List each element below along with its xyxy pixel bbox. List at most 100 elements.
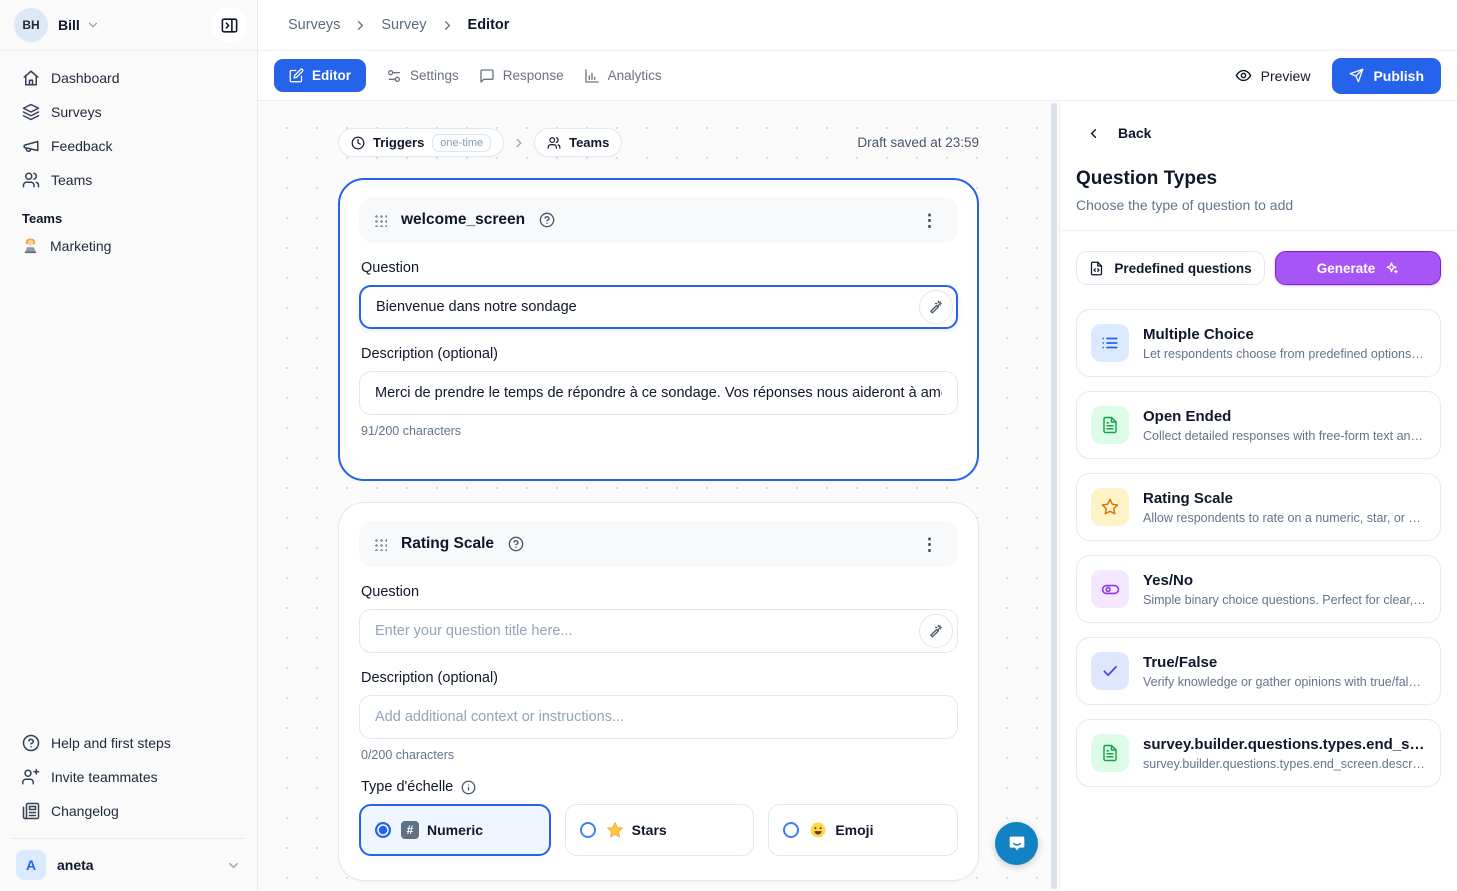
content-row: Triggers one-time Teams Draft saved at 2… <box>258 101 1457 891</box>
file-code-icon <box>1089 261 1104 276</box>
question-field-label: Question <box>361 584 956 600</box>
help-circle-icon[interactable] <box>508 536 524 552</box>
tab-label: Editor <box>312 68 351 83</box>
breadcrumb-editor: Editor <box>468 17 510 33</box>
magic-wand-icon <box>929 300 944 315</box>
sidebar-item-help[interactable]: Help and first steps <box>12 726 245 760</box>
tab-analytics[interactable]: Analytics <box>584 68 662 84</box>
info-icon[interactable] <box>461 780 476 795</box>
question-type-title: Multiple Choice <box>1143 326 1426 343</box>
breadcrumb-survey[interactable]: Survey <box>381 17 426 33</box>
generate-button[interactable]: Generate <box>1275 251 1441 285</box>
help-circle-icon[interactable] <box>539 212 555 228</box>
question-type-description: survey.builder.questions.types.end_scree… <box>1143 757 1426 771</box>
question-type-yes-no[interactable]: Yes/No Simple binary choice questions. P… <box>1076 555 1441 623</box>
sliders-icon <box>386 68 402 84</box>
breadcrumb-surveys[interactable]: Surveys <box>288 17 340 33</box>
sidebar-item-marketing[interactable]: Marketing <box>0 230 257 262</box>
drag-handle-icon[interactable] <box>373 537 387 551</box>
question-types-panel: Back Question Types Choose the type of q… <box>1059 101 1457 891</box>
question-type-end-screen[interactable]: survey.builder.questions.types.end_scr..… <box>1076 719 1441 787</box>
users-icon <box>22 171 40 189</box>
drag-handle-icon[interactable] <box>373 213 387 227</box>
scale-option-numeric[interactable]: # Numeric <box>359 804 551 856</box>
list-icon <box>1091 324 1129 362</box>
sidebar-item-label: Dashboard <box>51 70 120 86</box>
question-title-input[interactable] <box>359 285 958 329</box>
tab-label: Analytics <box>608 68 662 83</box>
sidebar-item-changelog[interactable]: Changelog <box>12 794 245 828</box>
question-type-title: True/False <box>1143 654 1426 671</box>
user-avatar: A <box>16 850 46 880</box>
sidebar-item-feedback[interactable]: Feedback <box>12 129 245 163</box>
question-type-rating-scale[interactable]: Rating Scale Allow respondents to rate o… <box>1076 473 1441 541</box>
sidebar-item-surveys[interactable]: Surveys <box>12 95 245 129</box>
teams-chip[interactable]: Teams <box>534 128 622 157</box>
toggle-icon <box>1091 570 1129 608</box>
trigger-type-badge: one-time <box>432 134 491 152</box>
user-menu[interactable]: A aneta <box>0 839 257 891</box>
sidebar-spacer <box>0 262 257 718</box>
question-field-label: Question <box>361 260 956 276</box>
ai-rewrite-button[interactable] <box>919 614 953 648</box>
description-field-label: Description (optional) <box>361 346 956 362</box>
divider <box>1060 230 1457 231</box>
chat-launcher-button[interactable] <box>995 822 1038 865</box>
question-type-true-false[interactable]: True/False Verify knowledge or gather op… <box>1076 637 1441 705</box>
triggers-label: Triggers <box>373 135 424 150</box>
question-card-title: Rating Scale <box>401 535 494 553</box>
radio-icon[interactable] <box>580 822 596 838</box>
question-type-title: Rating Scale <box>1143 490 1426 507</box>
sidebar-item-label: Help and first steps <box>51 735 171 751</box>
publish-button[interactable]: Publish <box>1332 58 1441 94</box>
tabbar-actions: Preview Publish <box>1235 58 1441 94</box>
predefined-questions-button[interactable]: Predefined questions <box>1076 251 1265 285</box>
scale-option-emoji[interactable]: Emoji <box>768 804 958 856</box>
question-type-open-ended[interactable]: Open Ended Collect detailed responses wi… <box>1076 391 1441 459</box>
workspace-name: Bill <box>58 17 80 33</box>
sidebar-item-teams[interactable]: Teams <box>12 163 245 197</box>
question-title-input[interactable] <box>359 609 958 653</box>
kebab-menu-icon[interactable]: ⋮ <box>915 532 944 557</box>
sidebar-collapse-button[interactable] <box>211 7 247 43</box>
sidebar-item-label: Changelog <box>51 803 119 819</box>
sidebar-item-label: Surveys <box>51 104 102 120</box>
scale-option-stars[interactable]: Stars <box>565 804 755 856</box>
question-card-header[interactable]: welcome_screen ⋮ <box>359 197 958 243</box>
woman-technologist-emoji <box>22 238 39 255</box>
sidebar-item-dashboard[interactable]: Dashboard <box>12 61 245 95</box>
question-card-welcome-screen[interactable]: welcome_screen ⋮ Question Description (o… <box>338 178 979 481</box>
megaphone-icon <box>22 137 40 155</box>
kebab-menu-icon[interactable]: ⋮ <box>915 208 944 233</box>
chevron-down-icon <box>86 18 100 32</box>
canvas-scrollbar[interactable] <box>1051 103 1057 889</box>
question-type-title: Yes/No <box>1143 572 1426 589</box>
question-description-input[interactable] <box>359 371 958 415</box>
tab-label: Settings <box>410 68 459 83</box>
ai-rewrite-button[interactable] <box>919 290 953 324</box>
preview-button[interactable]: Preview <box>1235 67 1311 84</box>
question-type-description: Allow respondents to rate on a numeric, … <box>1143 511 1426 525</box>
question-card-header[interactable]: Rating Scale ⋮ <box>359 521 958 567</box>
user-name: aneta <box>57 857 94 873</box>
tab-response[interactable]: Response <box>479 68 564 84</box>
triggers-chip[interactable]: Triggers one-time <box>338 128 504 157</box>
check-icon <box>1091 652 1129 690</box>
workspace-switcher[interactable]: BH Bill <box>0 0 257 51</box>
survey-canvas: Triggers one-time Teams Draft saved at 2… <box>258 101 1059 891</box>
question-card-rating-scale[interactable]: Rating Scale ⋮ Question Description (opt… <box>338 502 979 881</box>
chevron-right-icon <box>440 18 455 33</box>
tab-editor[interactable]: Editor <box>274 59 366 92</box>
sidebar-item-invite[interactable]: Invite teammates <box>12 760 245 794</box>
scrollbar-thumb[interactable] <box>1051 103 1057 889</box>
back-button[interactable]: Back <box>1076 125 1441 141</box>
newspaper-icon <box>22 802 40 820</box>
workspace-avatar: BH <box>14 8 48 42</box>
question-type-multiple-choice[interactable]: Multiple Choice Let respondents choose f… <box>1076 309 1441 377</box>
home-icon <box>22 69 40 87</box>
tab-settings[interactable]: Settings <box>386 68 459 84</box>
question-description-input[interactable] <box>359 695 958 739</box>
radio-checked-icon[interactable] <box>375 822 391 838</box>
radio-icon[interactable] <box>783 822 799 838</box>
sidebar-item-label: Teams <box>51 172 92 188</box>
